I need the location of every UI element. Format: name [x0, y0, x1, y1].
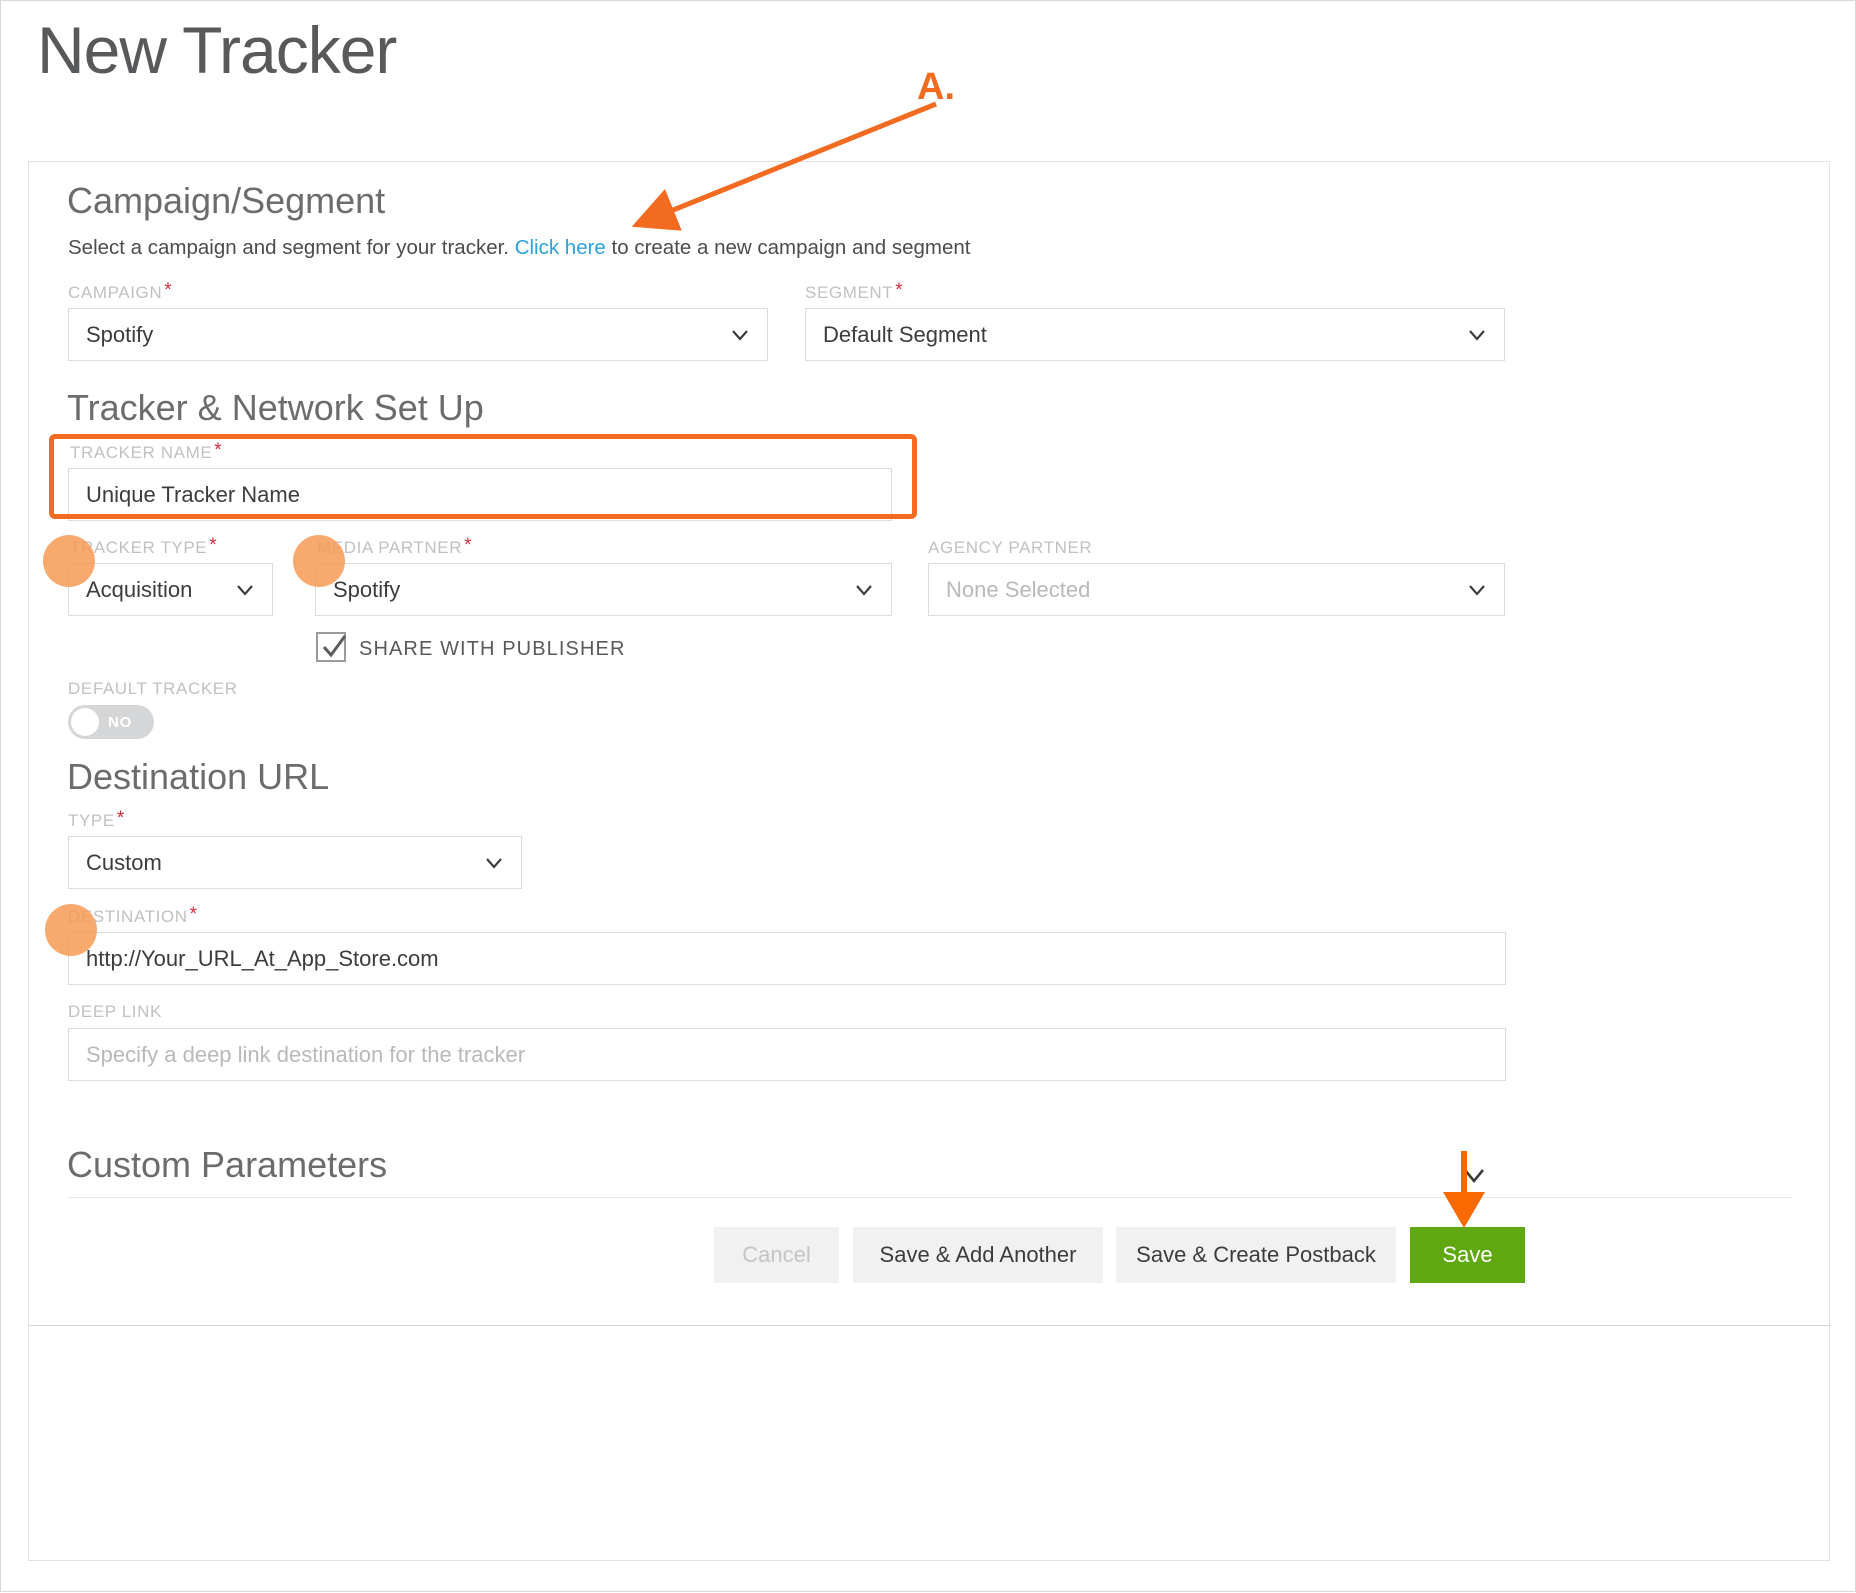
section-heading-custom-parameters: Custom Parameters	[67, 1144, 388, 1185]
tracker-type-select[interactable]: Acquisition	[68, 563, 273, 616]
default-tracker-label-text: DEFAULT TRACKER	[68, 679, 238, 698]
tracker-name-required-asterisk: *	[214, 440, 223, 461]
share-with-publisher-checkbox[interactable]	[316, 632, 347, 662]
description-text-before: Select a campaign and segment for your t…	[68, 236, 509, 259]
agency-partner-value: None Selected	[946, 576, 1091, 602]
annotation-label-a: A.	[917, 66, 955, 108]
custom-parameters-divider	[68, 1197, 1792, 1198]
toggle-knob	[71, 708, 99, 736]
campaign-select[interactable]: Spotify	[68, 308, 768, 361]
tracker-name-label-text: TRACKER NAME	[70, 443, 213, 462]
agency-partner-label-text: AGENCY PARTNER	[928, 538, 1093, 557]
save-create-postback-button[interactable]: Save & Create Postback	[1116, 1227, 1396, 1283]
chevron-down-icon	[853, 579, 875, 601]
click-here-link[interactable]: Click here	[515, 236, 606, 259]
destination-value: http://Your_URL_At_App_Store.com	[86, 945, 439, 971]
check-icon	[322, 635, 347, 658]
tracker-name-input[interactable]: Unique Tracker Name	[68, 468, 892, 521]
media-partner-dot	[293, 535, 345, 587]
destination-required-asterisk: *	[189, 904, 198, 925]
page-frame: New Tracker Campaign/Segment Select a ca…	[0, 0, 1856, 1592]
deep-link-placeholder: Specify a deep link destination for the …	[86, 1041, 526, 1067]
tracker-type-dot	[43, 535, 95, 587]
campaign-label: CAMPAIGN *	[68, 280, 173, 304]
description-text-after: to create a new campaign and segment	[611, 236, 971, 259]
deep-link-label-text: DEEP LINK	[68, 1002, 162, 1021]
toggle-state-label: NO	[108, 713, 133, 731]
media-partner-required-asterisk: *	[464, 535, 473, 556]
page-title: New Tracker	[37, 13, 397, 87]
campaign-segment-description: Select a campaign and segment for your t…	[68, 236, 971, 260]
segment-value: Default Segment	[823, 321, 987, 347]
tracker-type-required-asterisk: *	[209, 535, 218, 556]
segment-select[interactable]: Default Segment	[805, 308, 1505, 361]
segment-label: SEGMENT *	[805, 280, 904, 304]
default-tracker-toggle[interactable]: NO	[68, 705, 154, 739]
chevron-down-icon	[1466, 324, 1488, 346]
deep-link-input[interactable]: Specify a deep link destination for the …	[68, 1028, 1506, 1081]
tracker-type-value: Acquisition	[86, 576, 193, 602]
segment-label-text: SEGMENT	[805, 283, 894, 302]
destination-type-value: Custom	[86, 849, 162, 875]
type-label-text: TYPE	[68, 811, 115, 830]
tracker-name-value: Unique Tracker Name	[86, 481, 300, 507]
section-heading-campaign-segment: Campaign/Segment	[67, 180, 386, 221]
destination-input[interactable]: http://Your_URL_At_App_Store.com	[68, 932, 1506, 985]
tracker-form-card: Campaign/Segment Select a campaign and s…	[28, 161, 1831, 1561]
card-bottom-divider	[29, 1325, 1831, 1326]
campaign-label-text: CAMPAIGN	[68, 283, 163, 302]
chevron-down-icon[interactable]	[1459, 1160, 1489, 1190]
share-with-publisher-label: SHARE WITH PUBLISHER	[359, 638, 626, 660]
campaign-required-asterisk: *	[164, 280, 173, 301]
section-heading-destination-url: Destination URL	[67, 756, 330, 797]
agency-partner-label: AGENCY PARTNER	[928, 537, 1092, 559]
save-button[interactable]: Save	[1410, 1227, 1525, 1283]
chevron-down-icon	[234, 579, 256, 601]
campaign-value: Spotify	[86, 321, 154, 347]
deep-link-label: DEEP LINK	[68, 1002, 162, 1022]
chevron-down-icon	[483, 852, 505, 874]
section-heading-tracker-network: Tracker & Network Set Up	[67, 387, 484, 428]
chevron-down-icon	[1466, 579, 1488, 601]
type-required-asterisk: *	[116, 808, 125, 829]
destination-dot	[45, 904, 97, 956]
default-tracker-label: DEFAULT TRACKER	[68, 679, 238, 699]
save-add-another-button[interactable]: Save & Add Another	[853, 1227, 1103, 1283]
segment-required-asterisk: *	[895, 280, 904, 301]
chevron-down-icon	[729, 324, 751, 346]
type-label: TYPE *	[68, 808, 125, 832]
destination-type-select[interactable]: Custom	[68, 836, 522, 889]
tracker-name-label: TRACKER NAME *	[70, 440, 223, 464]
agency-partner-select[interactable]: None Selected	[928, 563, 1505, 616]
cancel-button[interactable]: Cancel	[714, 1227, 839, 1283]
media-partner-select[interactable]: Spotify	[315, 563, 892, 616]
